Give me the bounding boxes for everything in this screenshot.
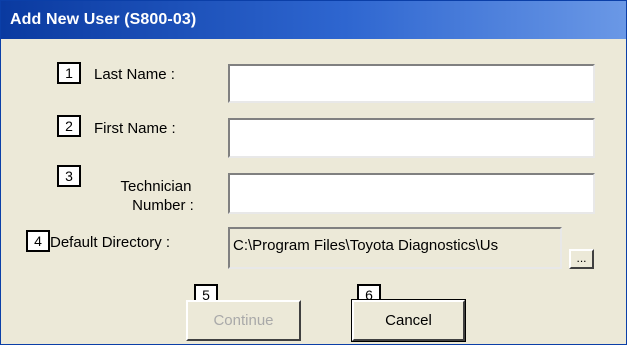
callout-number-4: 4 <box>26 230 50 252</box>
last-name-input[interactable] <box>228 64 595 103</box>
cancel-button[interactable]: Cancel <box>351 299 466 342</box>
callout-number-2: 2 <box>57 115 81 137</box>
title-bar[interactable]: Add New User (S800-03) <box>1 1 626 39</box>
browse-directory-button[interactable]: ... <box>569 249 594 269</box>
last-name-label: Last Name : <box>94 66 175 83</box>
callout-number-1: 1 <box>57 62 81 84</box>
technician-number-input[interactable] <box>228 173 595 214</box>
window-title: Add New User (S800-03) <box>10 11 197 28</box>
first-name-label: First Name : <box>94 120 176 137</box>
technician-label-line1: Technician <box>120 178 192 195</box>
continue-button[interactable]: Continue <box>186 300 301 341</box>
technician-label-line2: Number : <box>132 197 194 214</box>
callout-number-3: 3 <box>57 165 81 187</box>
default-directory-field[interactable]: C:\Program Files\Toyota Diagnostics\Us <box>228 227 562 269</box>
default-directory-label: Default Directory : <box>50 234 171 251</box>
add-new-user-dialog: Add New User (S800-03) 1 Last Name : 2 F… <box>0 0 627 345</box>
first-name-input[interactable] <box>228 118 595 158</box>
technician-number-label: Technician Number : <box>101 177 211 215</box>
